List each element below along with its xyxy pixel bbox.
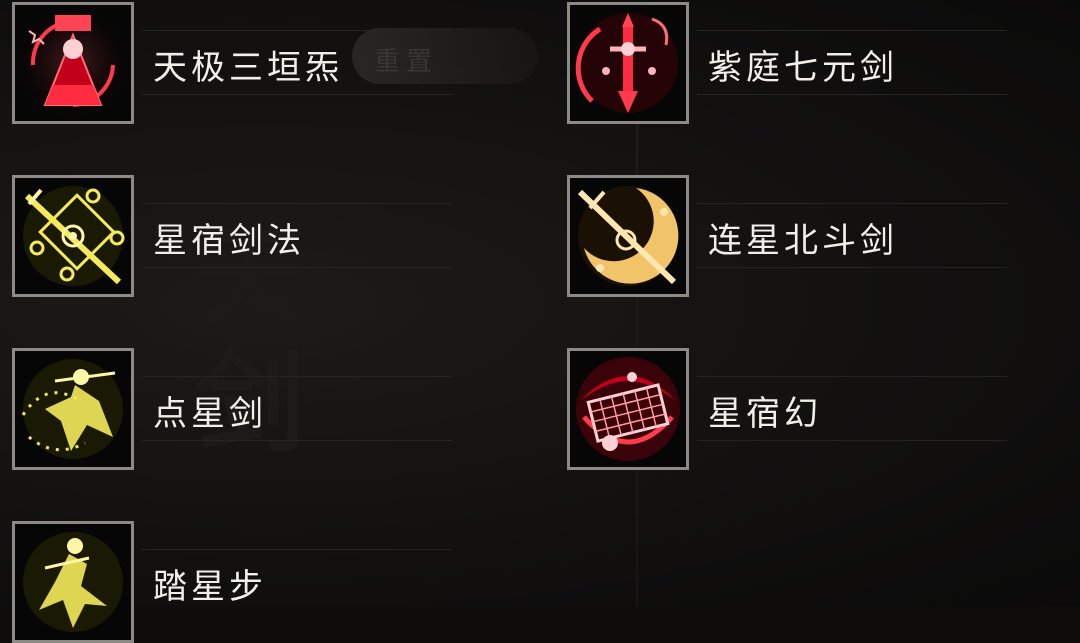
red-sword-icon bbox=[575, 13, 678, 113]
swordsman-icon bbox=[21, 359, 123, 459]
skill-name: 点星剑 bbox=[153, 394, 267, 434]
skill-entry[interactable]: 踏星步 bbox=[12, 521, 452, 643]
row-line bbox=[142, 267, 452, 268]
skill-icon-frame[interactable] bbox=[567, 175, 689, 297]
skill-icon-frame[interactable] bbox=[567, 2, 689, 124]
skill-entry[interactable]: 连星北斗剑 bbox=[567, 175, 1007, 297]
skill-name: 紫庭七元剑 bbox=[708, 48, 898, 88]
row-line bbox=[142, 549, 452, 550]
row-line bbox=[142, 30, 452, 31]
row-line bbox=[697, 30, 1007, 31]
skill-entry[interactable]: 天极三垣炁 bbox=[12, 2, 452, 124]
constellation-sword-icon bbox=[23, 186, 125, 286]
skill-name: 星宿幻 bbox=[708, 394, 822, 434]
row-line bbox=[142, 440, 452, 441]
skill-entry[interactable]: 点星剑 bbox=[12, 348, 452, 470]
warrior-seal-icon bbox=[19, 9, 127, 117]
skill-name: 踏星步 bbox=[153, 567, 267, 607]
crescent-sword-icon bbox=[577, 186, 679, 286]
skill-icon-frame[interactable] bbox=[12, 175, 134, 297]
skill-name: 连星北斗剑 bbox=[708, 221, 898, 261]
row-line bbox=[697, 94, 1007, 95]
skill-entry[interactable]: 星宿幻 bbox=[567, 348, 1007, 470]
dancer-icon bbox=[23, 532, 123, 632]
skill-icon-frame[interactable] bbox=[12, 2, 134, 124]
skill-name: 星宿剑法 bbox=[153, 221, 305, 261]
star-board-icon bbox=[576, 357, 680, 461]
skill-icon-frame[interactable] bbox=[12, 521, 134, 643]
row-line bbox=[142, 94, 452, 95]
row-line bbox=[697, 203, 1007, 204]
row-line bbox=[697, 440, 1007, 441]
skill-entry[interactable]: 星宿剑法 bbox=[12, 175, 452, 297]
row-line bbox=[697, 267, 1007, 268]
skill-name: 天极三垣炁 bbox=[153, 48, 343, 88]
row-line bbox=[142, 376, 452, 377]
skill-entry[interactable]: 紫庭七元剑 bbox=[567, 2, 1007, 124]
skill-icon-frame[interactable] bbox=[567, 348, 689, 470]
row-line bbox=[697, 376, 1007, 377]
row-line bbox=[142, 203, 452, 204]
skill-icon-frame[interactable] bbox=[12, 348, 134, 470]
